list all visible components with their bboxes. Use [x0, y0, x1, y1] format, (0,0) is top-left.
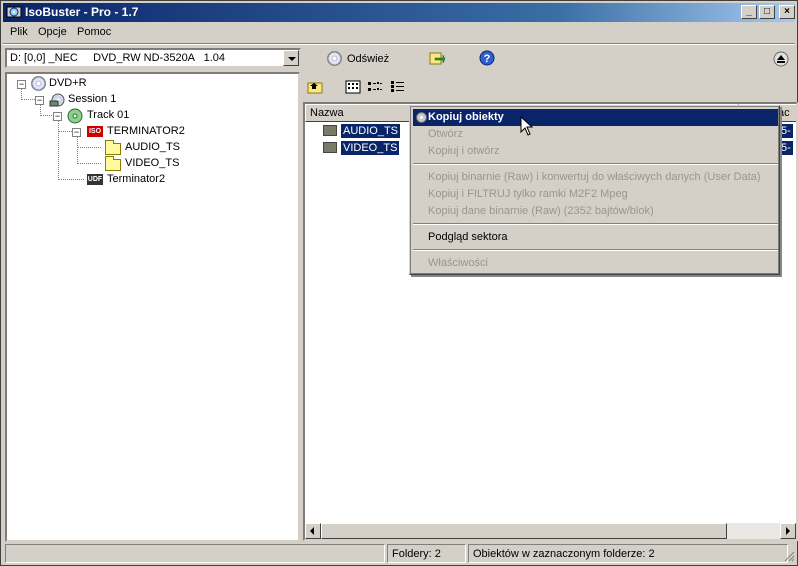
isobuster-window: IsoBuster - Pro - 1.7 _ □ × Plik Opcje P…	[0, 0, 798, 566]
menu-item-copy-raw-convert[interactable]: Kopiuj binarnie (Raw) i konwertuj do wła…	[413, 169, 778, 186]
refresh-button[interactable]: Odśwież	[325, 49, 395, 69]
horizontal-scrollbar[interactable]	[305, 523, 796, 539]
collapse-icon[interactable]: −	[35, 96, 44, 105]
tree-line	[21, 99, 35, 100]
large-icons-view-icon[interactable]	[345, 80, 361, 94]
folder-icon	[323, 142, 337, 153]
collapse-icon[interactable]: −	[17, 80, 26, 89]
menu-item-label: Kopiuj binarnie (Raw) i konwertuj do wła…	[428, 171, 761, 183]
chevron-left-icon	[310, 527, 314, 535]
drive-select[interactable]: D: [0,0] _NEC DVD_RW ND-3520A 1.04	[5, 48, 301, 68]
menu-item-label: Kopiuj dane binarnie (Raw) (2352 bajtów/…	[428, 205, 654, 217]
menu-item-properties[interactable]: Właściwości	[413, 255, 778, 272]
tree-node-label: VIDEO_TS	[125, 157, 180, 169]
svg-text:?: ?	[484, 53, 491, 65]
mouse-cursor-icon	[520, 116, 534, 136]
tree-node-label: TERMINATOR2	[107, 125, 185, 137]
refresh-disc-icon	[327, 51, 342, 66]
list-item-name: AUDIO_TS	[341, 124, 401, 138]
menu-opcje[interactable]: Opcje	[38, 26, 67, 38]
tree-line	[77, 147, 101, 148]
menu-separator	[413, 249, 778, 251]
drive-select-value: D: [0,0] _NEC DVD_RW ND-3520A 1.04	[10, 52, 225, 64]
title-bar[interactable]: IsoBuster - Pro - 1.7 _ □ ×	[3, 3, 795, 22]
maximize-button[interactable]: □	[759, 5, 775, 19]
collapse-icon[interactable]: −	[72, 128, 81, 137]
menu-separator	[413, 163, 778, 165]
track-icon	[67, 108, 83, 124]
menu-separator	[413, 223, 778, 225]
folder-icon	[105, 156, 121, 171]
status-folders: Foldery: 2	[387, 544, 466, 563]
folder-icon	[105, 140, 121, 155]
folder-icon	[323, 125, 337, 136]
tree-line	[77, 163, 101, 164]
menu-item-sector-view[interactable]: Podgląd sektora	[413, 229, 778, 246]
menu-divider-highlight	[3, 44, 795, 45]
list-item-trailing: 5-1	[779, 124, 793, 151]
resize-grip-icon[interactable]	[783, 550, 795, 562]
context-menu: Kopiuj obiekty Otwórz Kopiuj i otwórz Ko…	[409, 105, 780, 275]
menu-item-copy-filter-m2f2[interactable]: Kopiuj i FILTRUJ tylko ramki M2F2 Mpeg	[413, 186, 778, 203]
scroll-right-button[interactable]	[780, 523, 796, 539]
menu-item-copy-objects[interactable]: Kopiuj obiekty	[413, 109, 778, 126]
eject-icon[interactable]	[773, 51, 789, 67]
menu-plik[interactable]: Plik	[10, 26, 28, 38]
menu-item-copy-and-open[interactable]: Kopiuj i otwórz	[413, 143, 778, 160]
tree-panel[interactable]: − DVD+R − Session 1 − Track 01 − ISO TER…	[5, 72, 300, 542]
list-view-icon[interactable]	[367, 80, 383, 94]
menu-item-copy-raw-2352[interactable]: Kopiuj dane binarnie (Raw) (2352 bajtów/…	[413, 203, 778, 220]
close-button[interactable]: ×	[779, 5, 795, 19]
status-cell-main	[5, 544, 385, 563]
extract-icon[interactable]	[429, 50, 445, 66]
menu-pomoc[interactable]: Pomoc	[77, 26, 111, 38]
window-title: IsoBuster - Pro - 1.7	[25, 5, 139, 19]
dvd-icon	[31, 76, 46, 91]
help-icon[interactable]: ?	[479, 50, 495, 66]
column-header-label: Nazwa	[310, 107, 344, 119]
list-item-name: VIDEO_TS	[341, 141, 400, 155]
tree-line	[58, 131, 72, 132]
chevron-right-icon	[786, 527, 790, 535]
minimize-button[interactable]: _	[741, 5, 757, 19]
menu-item-label: Kopiuj i FILTRUJ tylko ramki M2F2 Mpeg	[428, 188, 628, 200]
status-objects: Obiektów w zaznaczonym folderze: 2	[468, 544, 788, 563]
app-icon	[6, 6, 22, 18]
status-bar: Foldery: 2 Obiektów w zaznaczonym folder…	[3, 544, 795, 563]
chevron-down-icon[interactable]	[283, 50, 299, 66]
up-folder-icon[interactable]	[307, 80, 323, 94]
details-view-icon[interactable]	[390, 80, 406, 94]
menu-item-label: Właściwości	[428, 257, 488, 269]
menu-item-label: Kopiuj i otwórz	[428, 145, 500, 157]
menu-item-open[interactable]: Otwórz	[413, 126, 778, 143]
refresh-label: Odśwież	[347, 53, 390, 65]
tree-node-label: AUDIO_TS	[125, 141, 181, 153]
tree-node-label: DVD+R	[49, 77, 87, 89]
tree-line	[58, 179, 84, 180]
collapse-icon[interactable]: −	[53, 112, 62, 121]
tree-line	[58, 116, 59, 180]
menu-item-label: Kopiuj obiekty	[428, 111, 504, 123]
copy-disc-icon	[416, 112, 427, 123]
menu-item-label: Podgląd sektora	[428, 231, 508, 243]
tree-node-label: Session 1	[68, 93, 117, 105]
tree-line	[40, 115, 54, 116]
session-icon	[49, 93, 65, 107]
tree-node-label: Terminator2	[107, 173, 166, 185]
udf-icon: UDF	[87, 174, 103, 185]
scroll-left-button[interactable]	[305, 523, 321, 539]
tree-node-label: Track 01	[87, 109, 130, 121]
list-item-trailing: 5-1	[779, 141, 793, 168]
iso-icon: ISO	[87, 126, 103, 137]
scroll-thumb[interactable]	[321, 523, 727, 539]
menu-bar: Plik Opcje Pomoc	[3, 23, 795, 42]
menu-item-label: Otwórz	[428, 128, 463, 140]
